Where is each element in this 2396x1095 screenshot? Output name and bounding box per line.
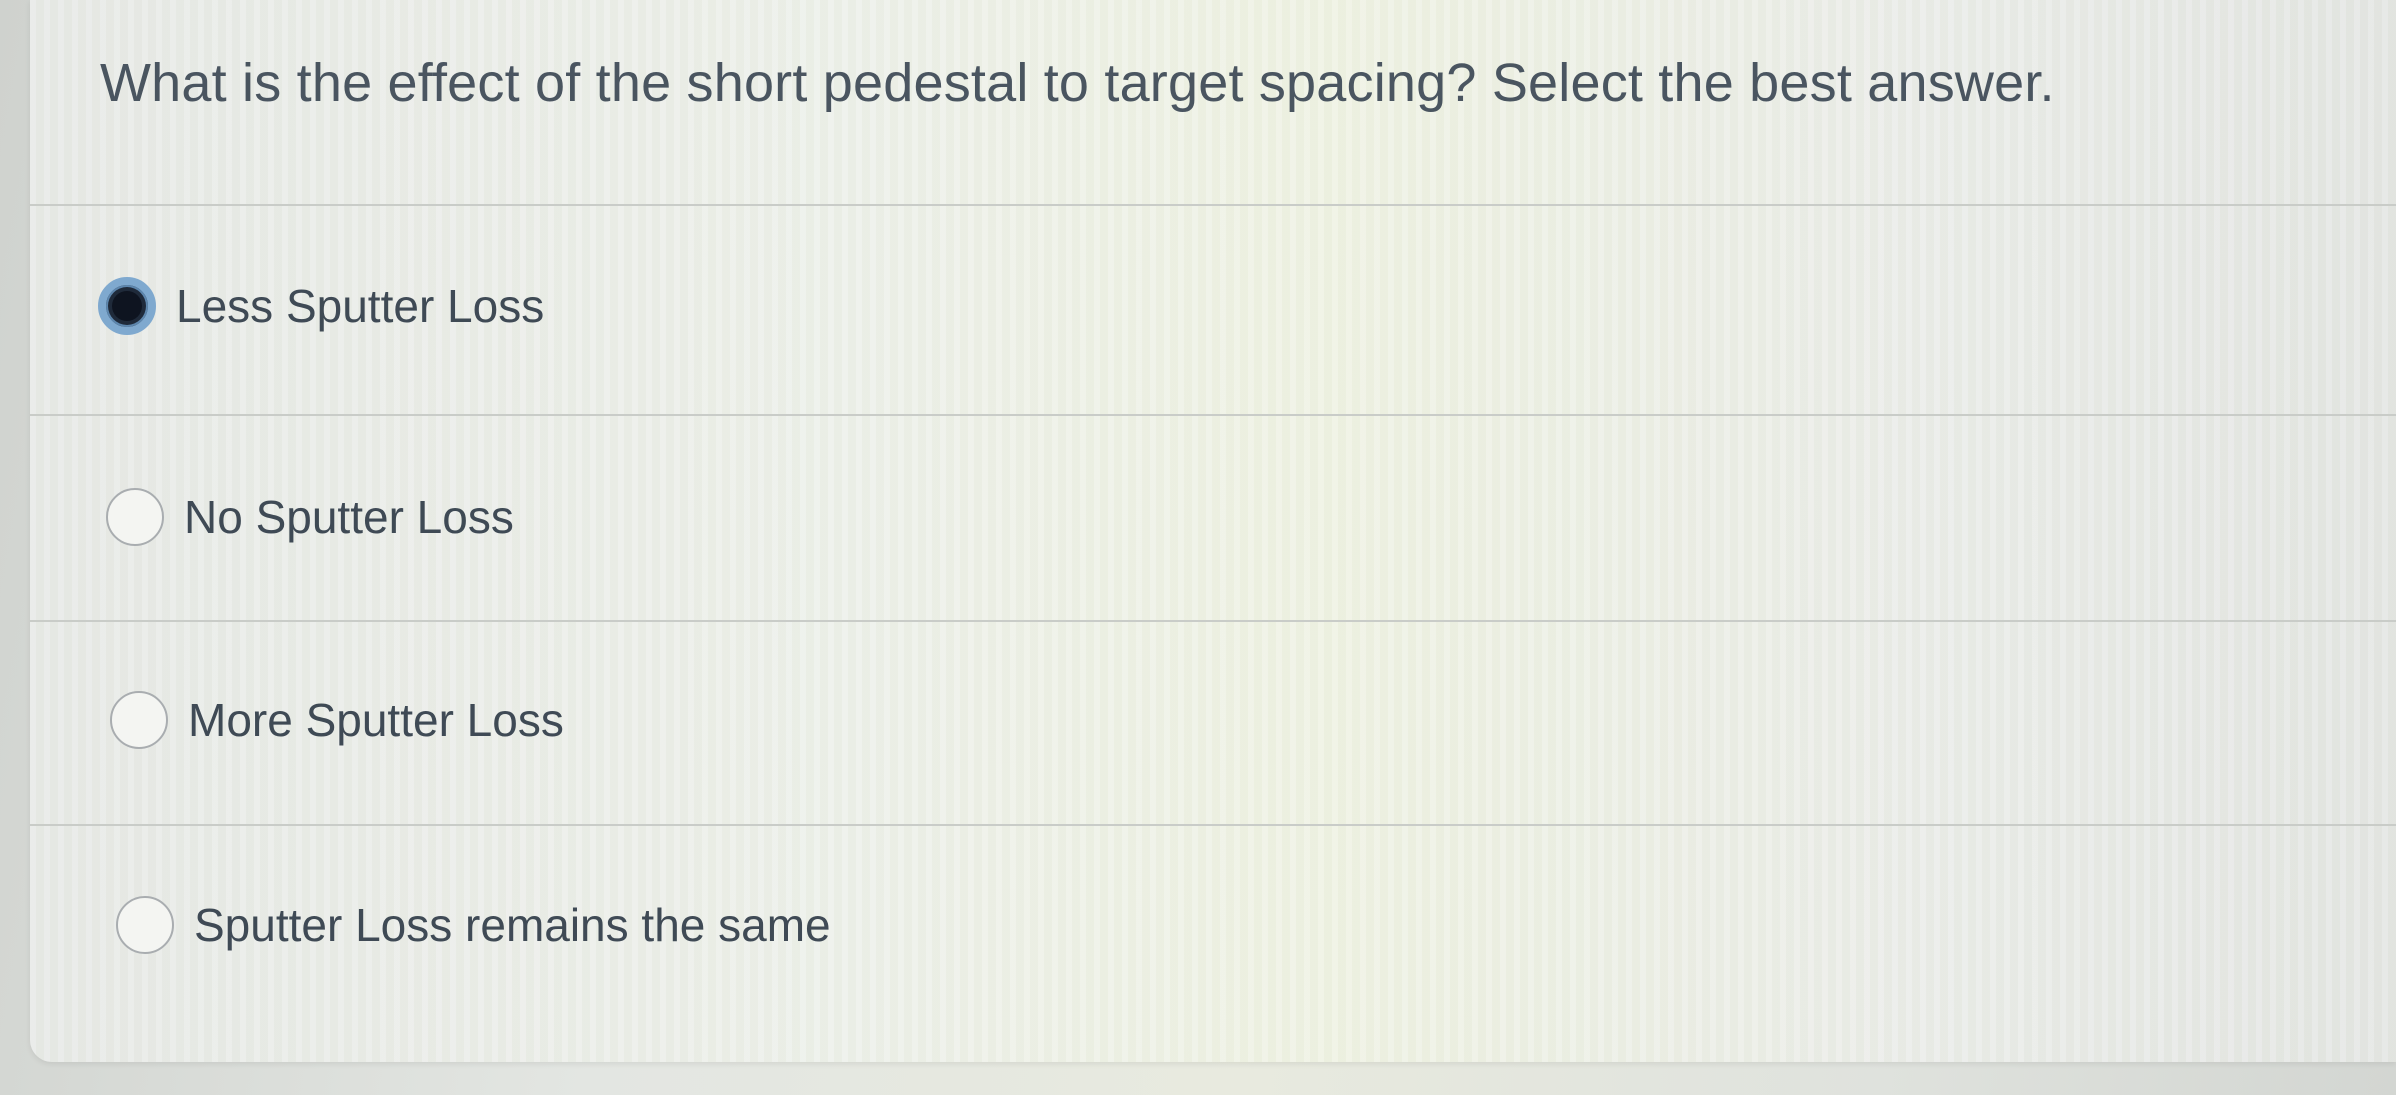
option-no-sputter-loss[interactable]: No Sputter Loss [106, 488, 514, 546]
radio-unselected-icon[interactable] [110, 691, 168, 749]
question-text: What is the effect of the short pedestal… [100, 53, 2055, 113]
option-label: Sputter Loss remains the same [194, 899, 831, 951]
option-sputter-loss-remains-the-same[interactable]: Sputter Loss remains the same [116, 896, 831, 954]
screen: What is the effect of the short pedestal… [0, 0, 2396, 1095]
divider [30, 204, 2396, 206]
option-label: More Sputter Loss [188, 694, 564, 746]
option-more-sputter-loss[interactable]: More Sputter Loss [110, 691, 564, 749]
option-less-sputter-loss[interactable]: Less Sputter Loss [98, 277, 544, 335]
divider [30, 414, 2396, 416]
radio-unselected-icon[interactable] [116, 896, 174, 954]
radio-unselected-icon[interactable] [106, 488, 164, 546]
question-card: What is the effect of the short pedestal… [30, 0, 2396, 1062]
option-label: No Sputter Loss [184, 491, 514, 543]
divider [30, 824, 2396, 826]
option-label: Less Sputter Loss [176, 280, 545, 332]
radio-selected-icon[interactable] [98, 277, 156, 335]
divider [30, 620, 2396, 622]
